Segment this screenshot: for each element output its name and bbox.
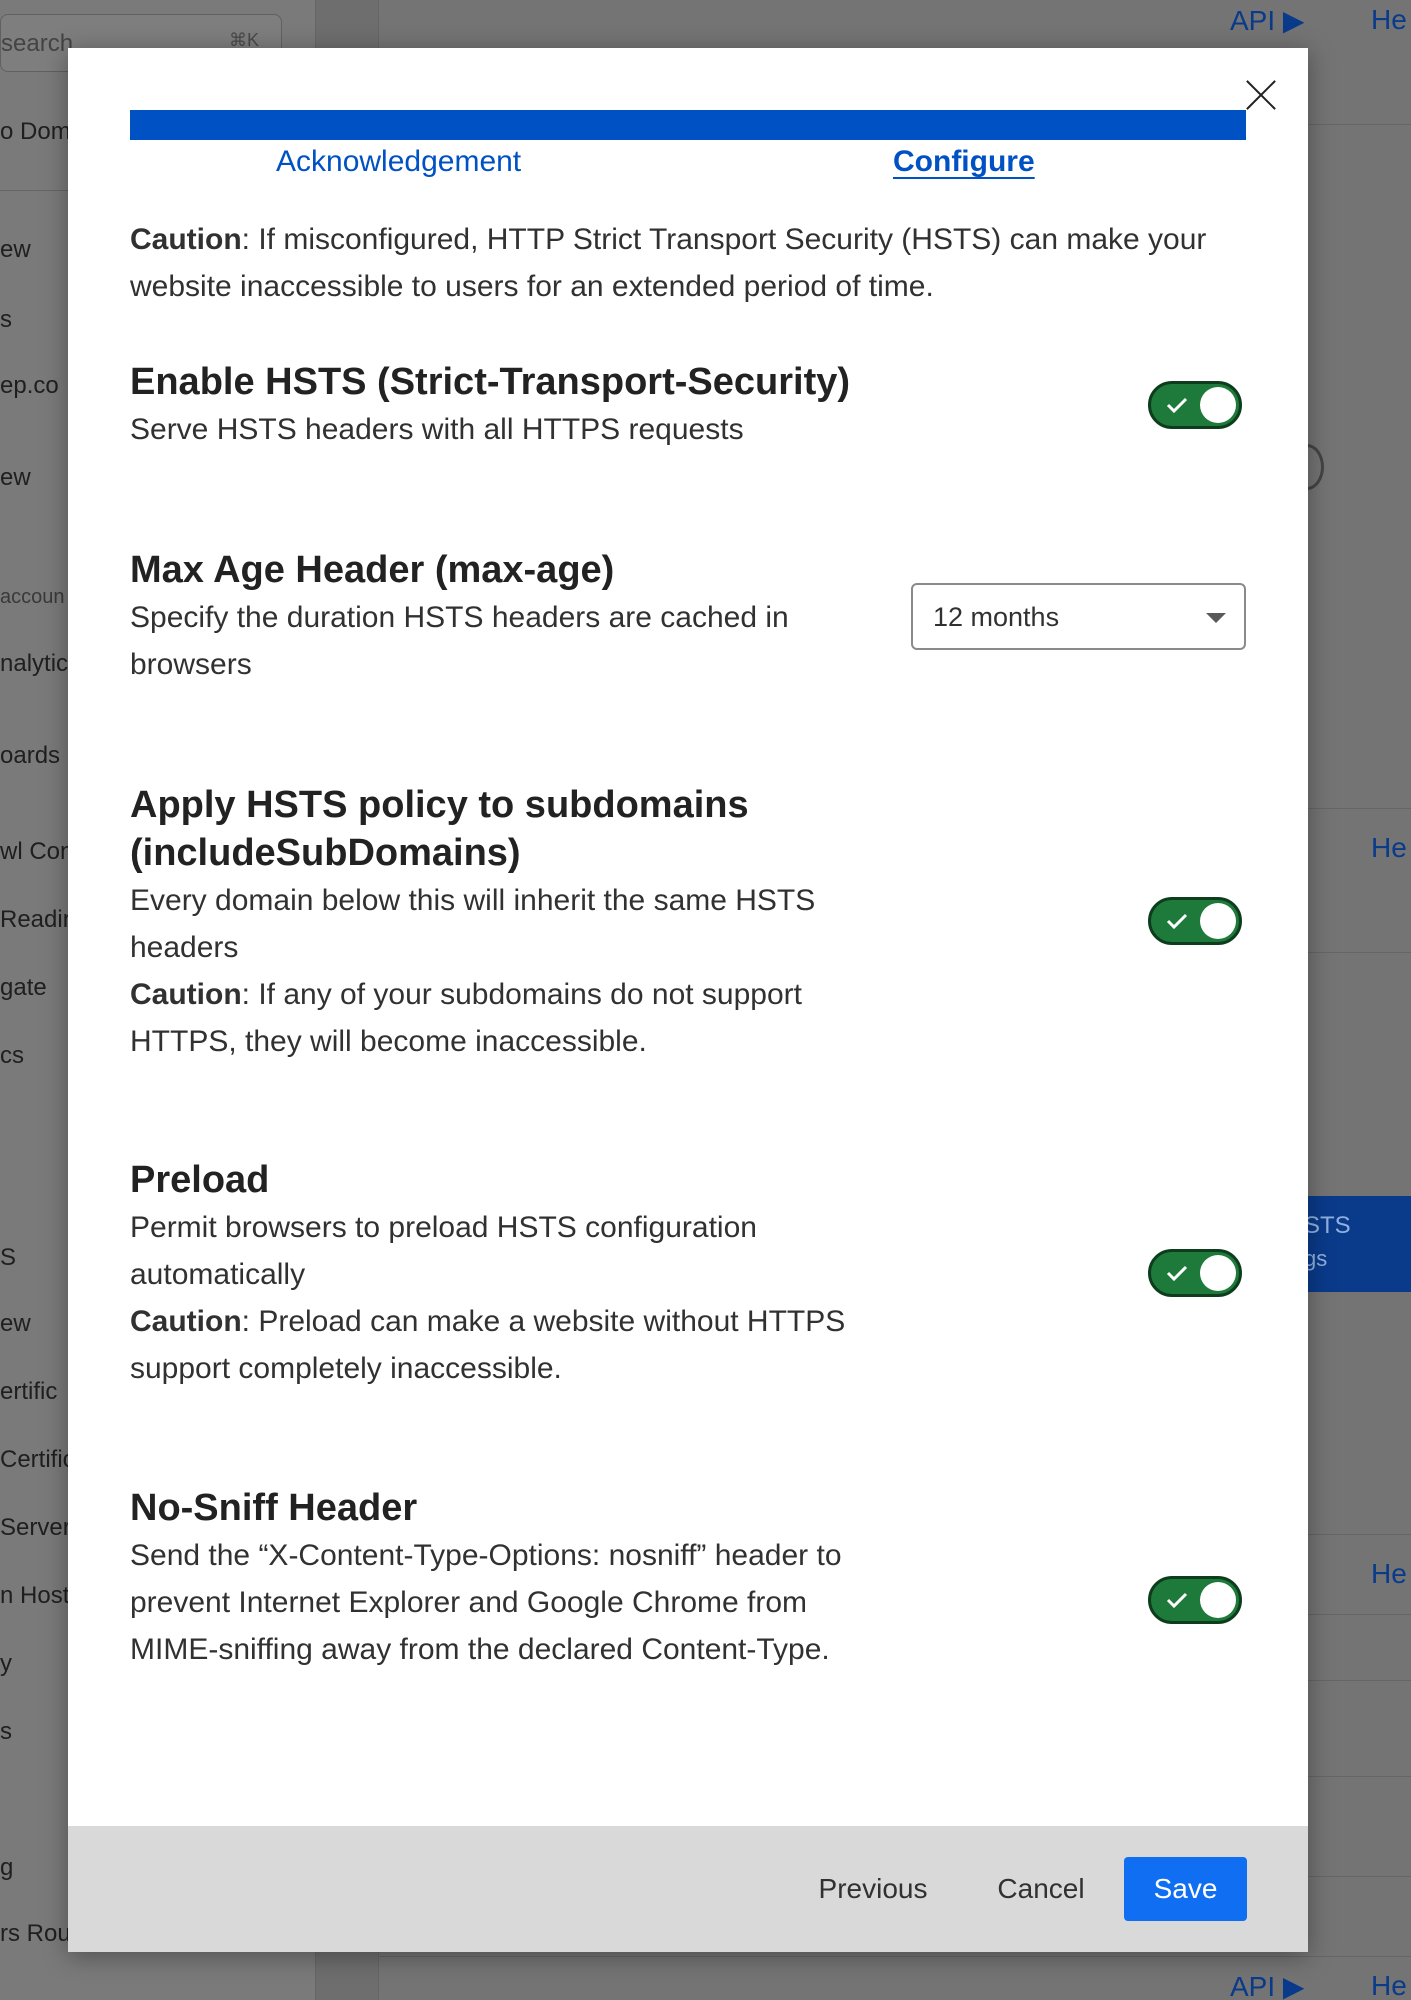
toggle-knob — [1200, 1582, 1236, 1618]
background-panel-text: STS — [1304, 1212, 1351, 1239]
step-acknowledgement[interactable]: Acknowledgement — [276, 145, 521, 179]
setting-preload: Preload Permit browsers to preload HSTS … — [130, 1156, 870, 1392]
max-age-selected-value: 12 months — [933, 602, 1060, 632]
max-age-select[interactable]: 12 months — [911, 583, 1246, 650]
background-sidebar-item: oards — [0, 742, 61, 769]
background-sidebar-item: rs Rou — [0, 1920, 71, 1947]
setting-description: Serve HSTS headers with all HTTPS reques… — [130, 413, 744, 446]
background-sidebar-item: ew — [0, 1310, 31, 1337]
background-sidebar-item: n Host — [0, 1582, 70, 1609]
background-sidebar-item: Certific — [0, 1446, 75, 1473]
background-help-link: He — [1371, 832, 1407, 863]
background-sidebar-item: wl Con — [0, 838, 74, 865]
step-configure[interactable]: Configure — [893, 145, 1035, 179]
setting-description: Specify the duration HSTS headers are ca… — [130, 601, 789, 681]
toggle-knob — [1200, 1255, 1236, 1291]
setting-caution: Caution: If any of your subdomains do no… — [130, 971, 890, 1065]
background-hsts-panel: STS gs — [1300, 1196, 1411, 1292]
background-sidebar-item: nalytic — [0, 650, 69, 677]
setting-title: Preload — [130, 1159, 270, 1201]
background-sidebar-item: Readin — [0, 906, 77, 933]
background-sidebar-item: gate — [0, 974, 47, 1001]
check-icon — [1166, 913, 1188, 930]
modal-footer: Previous Cancel Save — [68, 1826, 1308, 1952]
caution-label: Caution — [130, 223, 242, 256]
setting-title: Apply HSTS policy to subdomains (include… — [130, 784, 749, 874]
background-api-link: API ▶ — [1230, 1971, 1305, 2000]
background-sidebar-item: s — [0, 1718, 12, 1745]
setting-include-subdomains: Apply HSTS policy to subdomains (include… — [130, 781, 890, 1065]
background-sidebar-item: Server — [0, 1514, 71, 1541]
background-sidebar-item: accoun — [0, 586, 65, 608]
preload-toggle[interactable] — [1148, 1249, 1242, 1297]
hsts-config-modal: Acknowledgement Configure Caution: If mi… — [68, 48, 1308, 1952]
background-divider — [379, 1956, 1411, 1957]
check-icon — [1166, 397, 1188, 414]
background-sidebar-item: S — [0, 1244, 17, 1271]
setting-description: Every domain below this will inherit the… — [130, 884, 816, 964]
setting-title: No-Sniff Header — [130, 1487, 418, 1529]
caution-label: Caution — [130, 1305, 242, 1338]
background-sidebar-item: o Dom — [0, 118, 71, 145]
setting-caution: Caution: Preload can make a website with… — [130, 1298, 870, 1392]
background-sidebar-item: cs — [0, 1042, 24, 1069]
background-sidebar-item: ew — [0, 236, 31, 263]
background-sidebar-item: g — [0, 1854, 14, 1881]
setting-max-age: Max Age Header (max-age) Specify the dur… — [130, 546, 870, 688]
enable-hsts-toggle[interactable] — [1148, 381, 1242, 429]
background-sidebar-item: ew — [0, 464, 31, 491]
caution-text: : If misconfigured, HTTP Strict Transpor… — [130, 223, 1207, 303]
close-icon[interactable] — [1244, 78, 1278, 112]
background-sidebar-item: ertific — [0, 1378, 58, 1405]
setting-title: Max Age Header (max-age) — [130, 549, 615, 591]
toggle-knob — [1200, 903, 1236, 939]
setting-title: Enable HSTS (Strict-Transport-Security) — [130, 361, 851, 403]
previous-button[interactable]: Previous — [793, 1857, 953, 1921]
background-search-placeholder: search — [1, 30, 74, 57]
cancel-button[interactable]: Cancel — [971, 1857, 1111, 1921]
background-sidebar-item: y — [0, 1650, 12, 1677]
setting-description: Send the “X-Content-Type-Options: nosnif… — [130, 1539, 842, 1666]
setting-description: Permit browsers to preload HSTS configur… — [130, 1211, 757, 1291]
check-icon — [1166, 1265, 1188, 1282]
setting-enable-hsts: Enable HSTS (Strict-Transport-Security) … — [130, 358, 910, 453]
toggle-knob — [1200, 387, 1236, 423]
chevron-down-icon — [1206, 613, 1226, 623]
background-sidebar-item: ep.co — [0, 372, 59, 399]
background-help-link: He — [1371, 1970, 1407, 2000]
include-subdomains-toggle[interactable] — [1148, 897, 1242, 945]
check-icon — [1166, 1592, 1188, 1609]
background-api-link: API ▶ — [1230, 5, 1305, 36]
background-help-link: He — [1371, 1558, 1407, 1589]
save-button[interactable]: Save — [1124, 1857, 1247, 1921]
caution-intro: Caution: If misconfigured, HTTP Strict T… — [130, 216, 1246, 310]
setting-nosniff: No-Sniff Header Send the “X-Content-Type… — [130, 1484, 860, 1673]
caution-label: Caution — [130, 978, 242, 1011]
wizard-progress-bar — [130, 110, 1246, 140]
background-help-link: He — [1371, 4, 1407, 35]
background-sidebar-item: s — [0, 306, 12, 333]
nosniff-toggle[interactable] — [1148, 1576, 1242, 1624]
